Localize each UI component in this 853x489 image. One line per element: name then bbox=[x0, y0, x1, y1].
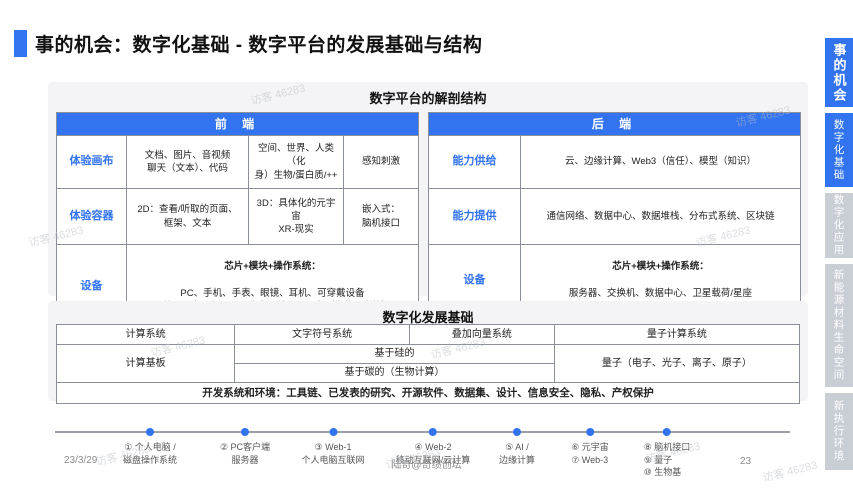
timeline-dot bbox=[429, 428, 437, 436]
front-end-table: 前 端 体验画布 文档、图片、音视频 聊天（文本）、代码 空间、世界、人类（化 … bbox=[56, 112, 419, 330]
timeline-dot bbox=[146, 428, 154, 436]
back-row-label: 能力供给 bbox=[429, 136, 521, 189]
table-cell: 基于碳的（生物计算） bbox=[235, 364, 554, 383]
table-cell: 基于硅的 bbox=[235, 345, 554, 364]
sidebar-item-new-energy-materials-life-space[interactable]: 新能源材料生命空间 bbox=[825, 264, 853, 387]
back-end-table: 后 端 能力供给 云、边缘计算、Web3（信任）、模型（知识） 能力提供 通信网… bbox=[428, 112, 801, 316]
table-cell: 文档、图片、音视频 聊天（文本）、代码 bbox=[127, 136, 249, 189]
back-row-label: 能力提供 bbox=[429, 189, 521, 245]
sidebar-item-digital-foundation[interactable]: 数字化基础 bbox=[825, 113, 853, 187]
title-row: 事的机会：数字化基础 - 数字平台的发展基础与结构 bbox=[14, 30, 482, 57]
timeline-dot bbox=[663, 428, 671, 436]
column-header: 叠加向量系统 bbox=[409, 325, 554, 345]
right-nav: 事的机会 数字化基础 数字化应用 新能源材料生命空间 新执行环境 bbox=[825, 38, 853, 470]
cell-title: 芯片+模块+操作系统： bbox=[524, 260, 797, 273]
column-header: 计算系统 bbox=[57, 325, 235, 345]
page-title: 事的机会：数字化基础 - 数字平台的发展基础与结构 bbox=[35, 30, 482, 57]
table-cell: 嵌入式： 脑机接口 bbox=[344, 189, 419, 245]
timeline-dot bbox=[513, 428, 521, 436]
foundation-title: 数字化发展基础 bbox=[48, 301, 808, 326]
timeline-dot bbox=[241, 428, 249, 436]
table-cell: 感知刺激 bbox=[344, 136, 419, 189]
front-end-header: 前 端 bbox=[57, 113, 419, 136]
anatomy-panel: 数字平台的解剖结构 前 端 体验画布 文档、图片、音视频 聊天（文本）、代码 空… bbox=[48, 82, 808, 296]
foundation-panel: 数字化发展基础 计算系统 文字符号系统 叠加向量系统 量子计算系统 计算基板 基… bbox=[48, 301, 808, 401]
sidebar-item-digital-application[interactable]: 数字化应用 bbox=[825, 193, 853, 258]
row-label: 计算基板 bbox=[57, 345, 235, 383]
column-header: 量子计算系统 bbox=[554, 325, 799, 345]
dev-env-cell: 开发系统和环境：工具链、已发表的研究、开源软件、数据集、设计、信息安全、隐私、产… bbox=[57, 383, 800, 404]
front-row-label: 体验画布 bbox=[57, 136, 127, 189]
sidebar-item-opportunity[interactable]: 事的机会 bbox=[825, 38, 853, 107]
timeline-item-7: ⑧ 脑机接口 ⑨ 量子 ⑩ 生物基 bbox=[644, 428, 691, 479]
table-cell: 通信网络、数据中心、数据堆栈、分布式系统、区块链 bbox=[521, 189, 801, 245]
title-accent-bar bbox=[14, 30, 27, 57]
footer-author: 陆奇@奇绩创坛 bbox=[0, 456, 853, 471]
anatomy-title: 数字平台的解剖结构 bbox=[48, 82, 808, 107]
table-cell: 量子（电子、光子、离子、原子） bbox=[554, 345, 799, 383]
cell-body: 服务器、交换机、数据中心、卫星载荷/星座 bbox=[524, 287, 797, 300]
front-row-label: 体验容器 bbox=[57, 189, 127, 245]
timeline-dot bbox=[329, 428, 337, 436]
foundation-table: 计算系统 文字符号系统 叠加向量系统 量子计算系统 计算基板 基于硅的 量子（电… bbox=[56, 324, 800, 404]
table-cell: 空间、世界、人类（化 身）生物/蛋白质/++ bbox=[249, 136, 344, 189]
table-cell: 2D：查看/听取的页面、 框架、文本 bbox=[127, 189, 249, 245]
back-end-header: 后 端 bbox=[429, 113, 801, 136]
timeline-dot bbox=[586, 428, 594, 436]
table-cell: 3D：具体化的元宇宙 XR-现实 bbox=[249, 189, 344, 245]
table-cell: 云、边缘计算、Web3（信任）、模型（知识） bbox=[521, 136, 801, 189]
cell-title: 芯片+模块+操作系统： bbox=[130, 260, 415, 273]
page-number: 23 bbox=[740, 456, 751, 467]
column-header: 文字符号系统 bbox=[235, 325, 410, 345]
